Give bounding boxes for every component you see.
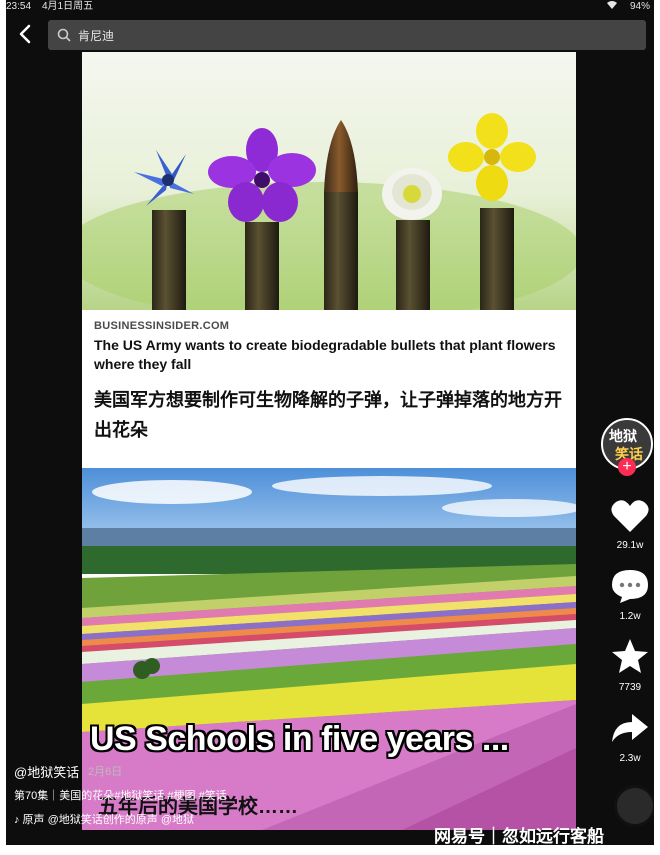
chevron-left-icon [19, 24, 31, 44]
meme-image: BUSINESSINSIDER.COM The US Army wants to… [82, 52, 576, 830]
star-icon[interactable] [610, 638, 650, 674]
like-count: 29.1w [616, 540, 644, 551]
comment-count: 1.2w [619, 611, 641, 622]
bullets-flowers-photo [82, 52, 576, 310]
music-info[interactable]: ♪ 原声 @地狱笑话创作的原声 @地狱 [14, 811, 194, 827]
status-bar: 23:54 4月1日周五 94% [6, 0, 654, 14]
post-date: 2月6日 [88, 766, 123, 778]
share-count: 2.3w [619, 753, 641, 764]
comment-icon[interactable] [610, 568, 650, 604]
status-date: 4月1日周五 [42, 1, 94, 12]
favorite-count: 7739 [618, 682, 642, 693]
meme-overlay-title: US Schools in five years ... [90, 720, 509, 758]
heart-icon[interactable] [610, 498, 650, 534]
search-query: 肯尼迪 [78, 29, 115, 43]
watermark: 网易号｜忽如远行客船 [434, 827, 604, 846]
share-icon[interactable] [610, 710, 650, 746]
article-headline-cn: 美国军方想要制作可生物降解的子弹，让子弹掉落的地方开出花朵 [94, 390, 562, 440]
battery-level: 94% [629, 1, 650, 12]
article-source: BUSINESSINSIDER.COM [94, 320, 230, 332]
follow-button[interactable]: + [618, 458, 636, 476]
author-username[interactable]: @地狱笑话 [14, 762, 79, 781]
avatar-text: 地狱 [609, 428, 637, 444]
status-time: 23:54 [6, 1, 32, 12]
post-description[interactable]: 第70集｜美国的花朵#地狱笑话 #梗图 #笑话 [14, 787, 227, 803]
search-icon [57, 28, 71, 42]
music-disc[interactable] [614, 785, 654, 827]
flower-field-photo [82, 468, 576, 830]
back-button[interactable] [14, 22, 38, 46]
search-bar[interactable]: 肯尼迪 [48, 20, 646, 50]
phone-screen: 23:54 4月1日周五 94% 肯尼迪 BUSINESSINSIDER.COM… [6, 0, 654, 855]
wifi-icon [606, 0, 618, 15]
bottom-edge [6, 845, 654, 855]
article-headline: The US Army wants to create biodegradabl… [94, 337, 556, 372]
